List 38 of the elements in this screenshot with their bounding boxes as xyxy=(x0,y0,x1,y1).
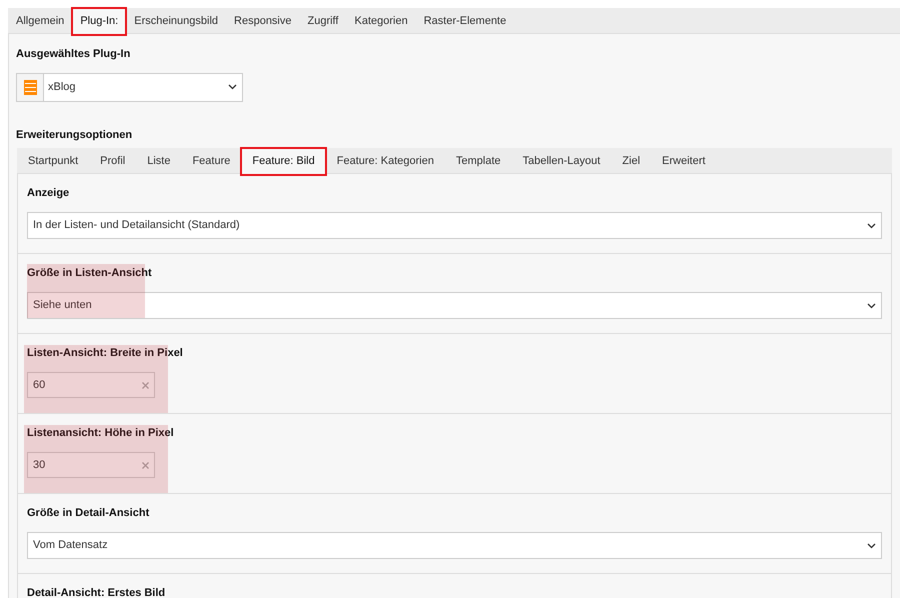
tab[interactable]: Liste xyxy=(136,148,182,175)
chevron-down-icon xyxy=(867,222,876,228)
select-field[interactable]: Siehe unten xyxy=(27,292,882,319)
list-icon xyxy=(24,80,36,94)
clear-icon[interactable] xyxy=(142,462,149,468)
field-label: Listenansicht: Höhe in Pixel xyxy=(27,426,175,439)
clear-icon[interactable] xyxy=(142,382,149,388)
field-label: Detail-Ansicht: Erstes Bild xyxy=(27,586,166,598)
tab[interactable]: Profil xyxy=(89,148,136,175)
field-label: Anzeige xyxy=(27,186,70,199)
tab[interactable]: Erscheinungsbild xyxy=(126,8,226,35)
tab[interactable]: Feature: Kategorien xyxy=(326,148,445,175)
field-label: Listen-Ansicht: Breite in Pixel xyxy=(27,346,184,359)
tab[interactable]: Startpunkt xyxy=(17,148,90,175)
tab[interactable]: Tabellen-Layout xyxy=(512,148,612,175)
plugin-select[interactable]: xBlog xyxy=(16,72,243,102)
tab[interactable]: Template xyxy=(444,148,512,175)
tab[interactable]: Raster-Elemente xyxy=(416,8,514,35)
section-title: Erweiterungsoptionen xyxy=(16,128,134,142)
chevron-down-icon xyxy=(228,84,237,90)
tab[interactable]: Allgemein xyxy=(8,8,72,35)
tab[interactable]: Erweitert xyxy=(651,148,716,175)
chevron-down-icon xyxy=(867,302,876,308)
tab[interactable]: Responsive xyxy=(226,8,300,35)
tab[interactable]: Ziel xyxy=(611,148,652,175)
tab[interactable]: Feature: Bild xyxy=(241,148,326,175)
field-label: Ausgewähltes Plug-In xyxy=(16,47,132,62)
input-field[interactable]: 60 xyxy=(27,372,155,398)
tab[interactable]: Kategorien xyxy=(346,8,416,35)
tab[interactable]: Zugriff xyxy=(300,8,346,35)
tab[interactable]: Feature xyxy=(181,148,242,175)
field-label: Größe in Detail-Ansicht xyxy=(27,506,150,519)
field-label: Größe in Listen-Ansicht xyxy=(27,266,153,279)
select-field[interactable]: In der Listen- und Detailansicht (Standard) xyxy=(27,212,882,239)
tab[interactable]: Plug-In: xyxy=(72,8,126,35)
input-field[interactable]: 30 xyxy=(27,452,155,478)
chevron-down-icon xyxy=(867,542,876,548)
select-field[interactable]: Vom Datensatz xyxy=(27,532,882,559)
